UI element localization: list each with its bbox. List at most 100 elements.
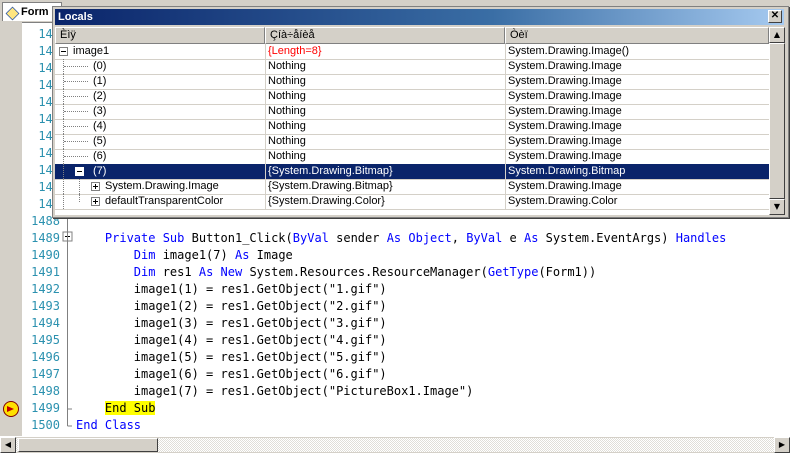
line-number: 1495 (31, 333, 60, 347)
variable-name: (3) (93, 105, 107, 117)
code-text: , (451, 231, 467, 245)
tree-line (64, 81, 88, 82)
scroll-right-icon[interactable]: ▶ (774, 437, 790, 453)
variable-value[interactable]: Nothing (265, 104, 506, 119)
variable-type: System.Drawing.Color (505, 194, 769, 209)
code-line[interactable]: image1(7) = res1.GetObject("PictureBox1.… (76, 383, 474, 400)
code-keyword: GetType (487, 265, 539, 279)
variable-name: (4) (93, 120, 107, 132)
tree-line (64, 126, 88, 127)
scroll-thumb[interactable] (18, 438, 158, 452)
locals-name-cell: (6) (55, 149, 261, 164)
current-statement: End Sub (104, 401, 156, 415)
line-number: 1490 (31, 248, 60, 262)
code-line[interactable]: Dim image1(7) As Image (76, 247, 293, 264)
locals-title-bar[interactable]: Locals ✕ (55, 9, 784, 25)
code-keyword: As (198, 265, 214, 279)
variable-type: System.Drawing.Image() (505, 44, 769, 59)
code-text: image1(4) = res1.GetObject("4.gif") (76, 333, 387, 347)
collapse-icon[interactable] (59, 47, 68, 56)
variable-value[interactable]: Nothing (265, 59, 506, 74)
line-number: 1494 (31, 316, 60, 330)
locals-name-cell: (5) (55, 134, 261, 149)
locals-row[interactable]: (7) {System.Drawing.Bitmap} System.Drawing… (55, 164, 769, 180)
locals-row[interactable]: (4) Nothing System.Drawing.Image (55, 119, 769, 135)
variable-value[interactable]: Nothing (265, 74, 506, 89)
code-line[interactable]: image1(2) = res1.GetObject("2.gif") (76, 298, 387, 315)
code-text: image1(1) = res1.GetObject("1.gif") (76, 282, 387, 296)
scroll-up-icon[interactable]: ▲ (769, 27, 785, 43)
tree-line (64, 96, 88, 97)
horizontal-scrollbar[interactable]: ◀ ▶ (0, 436, 790, 453)
locals-grid[interactable]: Èìÿ Çíà÷åíèå Òèï image1 {Length=8} System.… (55, 27, 769, 215)
variable-value[interactable]: {System.Drawing.Bitmap} (265, 164, 506, 179)
code-line[interactable]: image1(6) = res1.GetObject("6.gif") (76, 366, 387, 383)
variable-name: defaultTransparentColor (105, 195, 224, 207)
expand-icon[interactable] (91, 197, 100, 206)
variable-value[interactable]: {Length=8} (265, 44, 506, 59)
locals-scroll-thumb[interactable] (769, 43, 785, 199)
code-text: res1 (155, 265, 199, 279)
locals-name-cell: (7) (55, 164, 261, 179)
code-keyword: Dim (133, 265, 156, 279)
locals-name-cell: image1 (55, 44, 261, 59)
variable-type: System.Drawing.Bitmap (505, 164, 769, 179)
code-text: Button1_Click( (184, 231, 293, 245)
code-line[interactable]: End Class (76, 417, 141, 434)
code-text: image1(7) (155, 248, 235, 262)
code-line[interactable]: image1(3) = res1.GetObject("3.gif") (76, 315, 387, 332)
code-keyword: As (386, 231, 402, 245)
locals-name-cell: (4) (55, 119, 261, 134)
code-text: image1(7) = res1.GetObject("PictureBox1.… (76, 384, 474, 398)
column-name-header[interactable]: Èìÿ (55, 27, 265, 44)
line-number: 1491 (31, 265, 60, 279)
close-icon[interactable]: ✕ (768, 10, 782, 23)
variable-value[interactable]: Nothing (265, 89, 506, 104)
code-line[interactable]: image1(5) = res1.GetObject("5.gif") (76, 349, 387, 366)
column-value-header[interactable]: Çíà÷åíèå (265, 27, 505, 44)
variable-value[interactable]: Nothing (265, 134, 506, 149)
variable-value[interactable]: {System.Drawing.Color} (265, 194, 506, 209)
locals-row[interactable]: (2) Nothing System.Drawing.Image (55, 89, 769, 105)
locals-name-cell: (1) (55, 74, 261, 89)
tab-label: Form (21, 6, 49, 18)
code-text: System.EventArgs) (538, 231, 676, 245)
locals-name-cell: defaultTransparentColor (55, 194, 261, 209)
locals-row[interactable]: System.Drawing.Image {System.Drawing.Bitm… (55, 179, 769, 195)
breakpoint-gutter[interactable] (0, 22, 22, 436)
locals-row[interactable]: (0) Nothing System.Drawing.Image (55, 59, 769, 75)
code-line[interactable]: Private Sub Button1_Click(ByVal sender A… (76, 230, 726, 247)
locals-row[interactable]: (5) Nothing System.Drawing.Image (55, 134, 769, 150)
scroll-left-icon[interactable]: ◀ (0, 437, 16, 453)
variable-value[interactable]: {System.Drawing.Bitmap} (265, 179, 506, 194)
code-line[interactable]: Dim res1 As New System.Resources.Resourc… (76, 264, 596, 281)
code-keyword: As (524, 231, 539, 245)
variable-type: System.Drawing.Image (505, 134, 769, 149)
collapse-icon[interactable] (75, 167, 84, 176)
expand-icon[interactable] (91, 182, 100, 191)
code-text: sender (328, 231, 387, 245)
variable-type: System.Drawing.Image (505, 104, 769, 119)
variable-value[interactable]: Nothing (265, 149, 506, 164)
locals-vertical-scrollbar[interactable]: ▲ ▼ (769, 27, 785, 215)
locals-row[interactable]: defaultTransparentColor {System.Drawing.C… (55, 194, 769, 210)
scroll-down-icon[interactable]: ▼ (769, 199, 785, 215)
locals-row[interactable]: (1) Nothing System.Drawing.Image (55, 74, 769, 90)
code-line[interactable]: image1(1) = res1.GetObject("1.gif") (76, 281, 387, 298)
locals-window[interactable]: Locals ✕ Èìÿ Çíà÷åíèå Òèï image1 {Length=… (52, 6, 789, 218)
code-keyword: Object (408, 231, 452, 245)
variable-value[interactable]: Nothing (265, 119, 506, 134)
variable-type: System.Drawing.Image (505, 74, 769, 89)
variable-name: (2) (93, 90, 107, 102)
locals-row[interactable]: image1 {Length=8} System.Drawing.Image() (55, 44, 769, 60)
code-text: image1(3) = res1.GetObject("3.gif") (76, 316, 387, 330)
locals-row[interactable]: (6) Nothing System.Drawing.Image (55, 149, 769, 165)
code-line[interactable]: image1(4) = res1.GetObject("4.gif") (76, 332, 387, 349)
code-keyword: Dim (133, 248, 156, 262)
code-line[interactable]: End Sub (76, 400, 156, 417)
locals-row[interactable]: (3) Nothing System.Drawing.Image (55, 104, 769, 120)
column-type-header[interactable]: Òèï (505, 27, 769, 44)
